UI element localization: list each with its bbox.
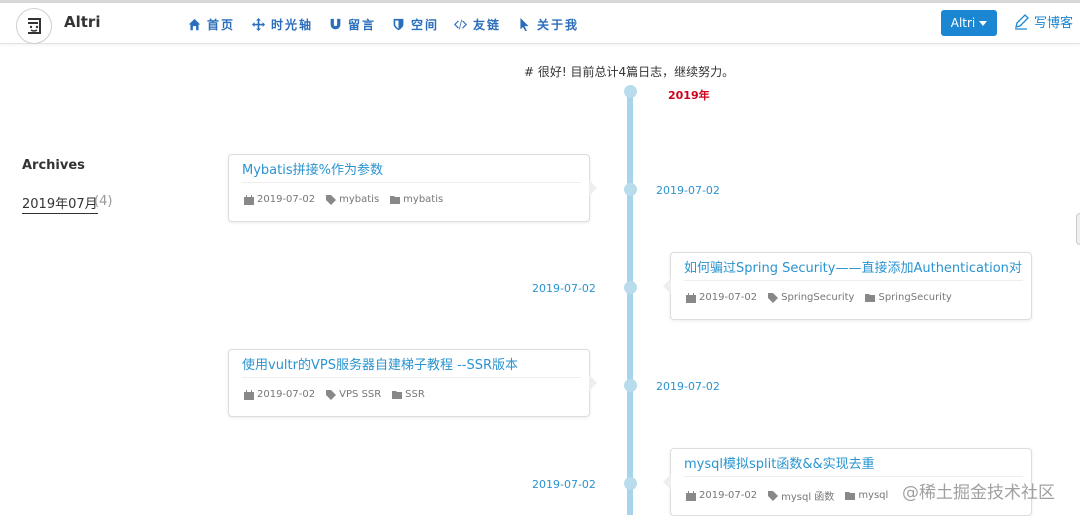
post-card: 如何骗过Spring Security——直接添加Authentication对… — [663, 252, 1032, 320]
code-icon — [454, 19, 467, 29]
post-meta: 2019-07-02 mybatis mybatis — [244, 194, 443, 205]
side-drawer-handle[interactable] — [1076, 213, 1080, 245]
post-date: 2019-07-02 — [699, 292, 758, 303]
nav-friends[interactable]: 友链 — [454, 14, 501, 34]
post-card: Mybatis拼接%作为参数 2019-07-02 mybatis mybati… — [228, 154, 597, 222]
magnet-icon — [330, 18, 341, 29]
post-category[interactable]: mysql — [858, 490, 888, 501]
post-title-link[interactable]: mysql模拟split函数&&实现去重 — [684, 453, 1023, 477]
post-category[interactable]: mybatis — [403, 194, 443, 205]
nav-about[interactable]: 关于我 — [518, 14, 579, 34]
post-date: 2019-07-02 — [257, 194, 316, 205]
cursor-icon — [520, 17, 529, 31]
timeline-year: 2019年 — [668, 89, 710, 102]
timeline-year-dot — [624, 85, 637, 98]
timeline-dot — [624, 477, 637, 490]
user-menu-label: Altri — [950, 16, 976, 30]
calendar-icon — [244, 194, 254, 205]
tag-icon — [326, 389, 337, 400]
archive-month-link[interactable]: 2019年07月 — [22, 193, 98, 214]
card-pointer — [663, 278, 671, 294]
nav-guestbook-label: 留言 — [348, 17, 377, 32]
post-meta: 2019-07-02 VPS SSR SSR — [244, 389, 425, 400]
shield-icon — [393, 18, 404, 30]
nav-timeline[interactable]: 时光轴 — [252, 14, 313, 34]
watermark: @稀土掘金技术社区 — [902, 483, 1055, 503]
card-pointer — [663, 474, 671, 490]
post-meta: 2019-07-02 SpringSecurity SpringSecurity — [686, 292, 952, 303]
archives-title: Archives — [22, 158, 85, 173]
tag-icon — [768, 292, 779, 303]
nav-space[interactable]: 空间 — [392, 14, 439, 34]
post-tags[interactable]: mybatis — [339, 194, 379, 205]
timeline-dot — [624, 281, 637, 294]
tag-icon — [768, 490, 779, 501]
write-blog-label: 写博客 — [1034, 16, 1074, 31]
calendar-icon — [686, 490, 696, 501]
post-meta: 2019-07-02 mysql 函数 mysql — [686, 488, 888, 503]
timeline-date: 2019-07-02 — [532, 478, 596, 491]
post-category[interactable]: SSR — [405, 389, 425, 400]
nav-timeline-label: 时光轴 — [271, 17, 314, 32]
folder-icon — [390, 195, 401, 204]
nav-home-label: 首页 — [207, 17, 236, 32]
folder-icon — [392, 390, 403, 399]
post-title-link[interactable]: 使用vultr的VPS服务器自建梯子教程 --SSR版本 — [242, 354, 581, 378]
card-pointer — [589, 180, 597, 196]
move-icon — [252, 17, 265, 31]
post-date: 2019-07-02 — [699, 490, 758, 501]
calendar-icon — [244, 389, 254, 400]
timeline-line — [627, 92, 633, 515]
chevron-down-icon — [979, 20, 988, 26]
post-date: 2019-07-02 — [257, 389, 316, 400]
post-tags[interactable]: VPS SSR — [339, 389, 381, 400]
nav-space-label: 空间 — [411, 17, 440, 32]
folder-icon — [845, 491, 856, 500]
archive-summary: # 很好! 目前总计4篇日志，继续努力。 — [524, 65, 735, 79]
archive-count: (4) — [94, 194, 113, 209]
timeline-dot — [624, 379, 637, 392]
timeline-date: 2019-07-02 — [656, 380, 720, 393]
post-card: 使用vultr的VPS服务器自建梯子教程 --SSR版本 2019-07-02 … — [228, 349, 597, 417]
nav-home[interactable]: 首页 — [188, 14, 235, 34]
post-title-link[interactable]: Mybatis拼接%作为参数 — [242, 159, 581, 183]
nav-guestbook[interactable]: 留言 — [329, 14, 376, 34]
post-tags[interactable]: mysql 函数 — [781, 488, 834, 503]
post-tags[interactable]: SpringSecurity — [781, 292, 854, 303]
user-menu-button[interactable]: Altri — [941, 10, 997, 36]
folder-icon — [865, 293, 876, 302]
nav-about-label: 关于我 — [537, 17, 580, 32]
post-title-link[interactable]: 如何骗过Spring Security——直接添加Authentication对… — [684, 257, 1023, 281]
logo-face-icon — [28, 18, 41, 34]
nav-friends-label: 友链 — [473, 17, 502, 32]
pen-icon — [1015, 13, 1029, 30]
navbar: Altri 首页 时光轴 留言 空间 友链 关于我 Altri 写博客 — [0, 3, 1080, 44]
brand-name[interactable]: Altri — [64, 13, 100, 31]
calendar-icon — [686, 292, 696, 303]
timeline-date: 2019-07-02 — [532, 282, 596, 295]
post-category[interactable]: SpringSecurity — [878, 292, 951, 303]
card-pointer — [589, 375, 597, 391]
write-blog-link[interactable]: 写博客 — [1013, 12, 1073, 31]
tag-icon — [326, 194, 337, 205]
timeline-dot — [624, 183, 637, 196]
home-icon — [188, 18, 201, 30]
site-logo[interactable] — [16, 8, 52, 44]
timeline-date: 2019-07-02 — [656, 184, 720, 197]
